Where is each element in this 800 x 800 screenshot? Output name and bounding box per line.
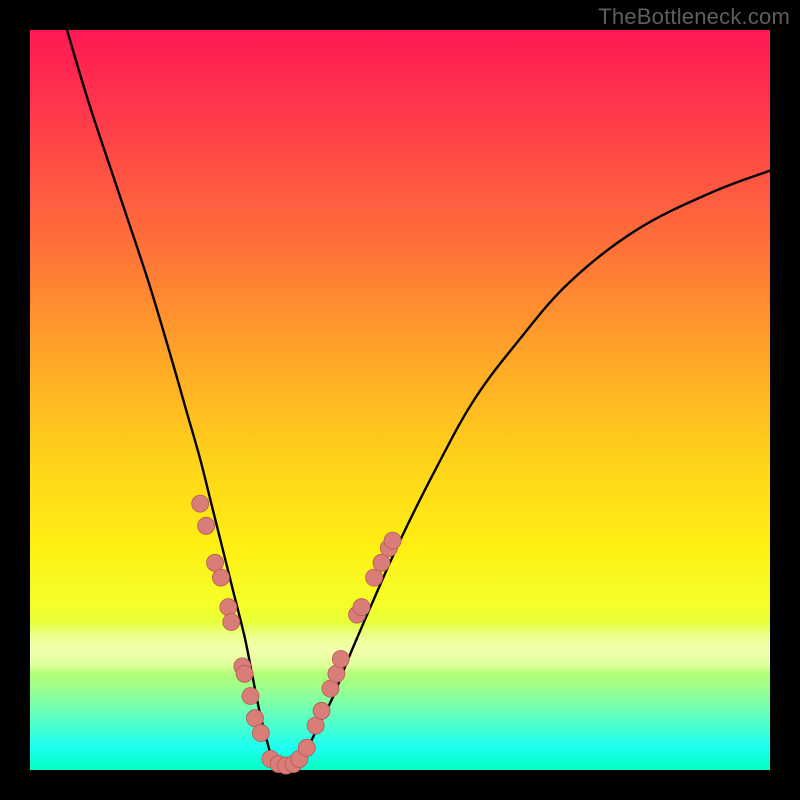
data-marker	[198, 517, 215, 534]
data-marker	[252, 725, 269, 742]
data-marker	[366, 569, 383, 586]
data-marker	[212, 569, 229, 586]
data-marker	[278, 757, 295, 774]
data-marker	[223, 614, 240, 631]
data-marker	[328, 665, 345, 682]
plot-area	[30, 30, 770, 770]
data-marker	[192, 495, 209, 512]
data-marker	[307, 717, 324, 734]
watermark-text: TheBottleneck.com	[598, 4, 790, 30]
data-marker	[373, 554, 390, 571]
data-marker	[353, 599, 370, 616]
data-marker	[349, 606, 366, 623]
data-marker	[384, 532, 401, 549]
data-marker	[380, 540, 397, 557]
highlight-band	[30, 622, 770, 674]
data-marker	[313, 702, 330, 719]
data-marker	[234, 658, 251, 675]
data-marker	[270, 756, 287, 773]
data-marker	[285, 756, 302, 773]
data-marker	[262, 750, 279, 767]
outer-frame: TheBottleneck.com	[0, 0, 800, 800]
marker-group	[192, 495, 401, 774]
data-marker	[246, 710, 263, 727]
v-curve	[67, 30, 770, 770]
chart-svg	[30, 30, 770, 770]
data-marker	[236, 665, 253, 682]
data-marker	[298, 739, 315, 756]
data-marker	[242, 688, 259, 705]
data-marker	[207, 554, 224, 571]
data-marker	[322, 680, 339, 697]
data-marker	[332, 651, 349, 668]
data-marker	[291, 750, 308, 767]
data-marker	[220, 599, 237, 616]
